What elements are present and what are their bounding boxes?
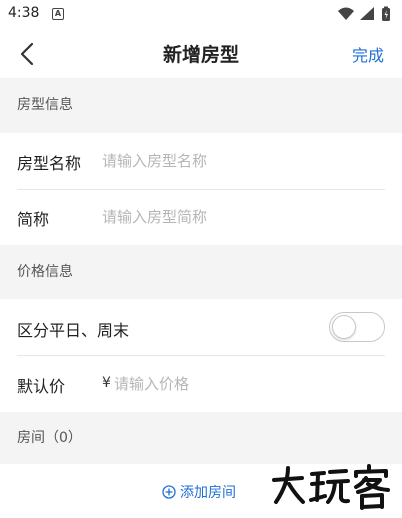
- done-button[interactable]: 完成: [352, 42, 384, 66]
- section-header-room-type-info: 房型信息: [0, 78, 402, 133]
- short-name-row: 简称: [0, 190, 402, 245]
- notification-icon: A: [52, 8, 64, 20]
- default-price-row: 默认价 ¥: [0, 356, 402, 412]
- section-header-price-info: 价格信息: [0, 245, 402, 299]
- status-bar: 4:38 A: [0, 0, 402, 28]
- default-price-label: 默认价: [17, 377, 66, 396]
- watermark-logo: [272, 464, 390, 510]
- wifi-icon: [338, 7, 354, 20]
- room-type-name-label: 房型名称: [17, 154, 82, 173]
- room-type-name-input[interactable]: [102, 149, 382, 173]
- section-header-rooms: 房间（0）: [0, 412, 402, 464]
- plus-circle-icon: [162, 485, 176, 499]
- page-title: 新增房型: [162, 44, 239, 66]
- short-name-input[interactable]: [102, 205, 382, 229]
- room-type-name-row: 房型名称: [0, 133, 402, 189]
- toggle-knob: [332, 315, 356, 339]
- currency-symbol: ¥: [102, 375, 111, 391]
- weekend-split-row: 区分平日、周末: [0, 299, 402, 355]
- default-price-input[interactable]: [114, 372, 374, 396]
- short-name-label: 简称: [17, 210, 50, 229]
- add-room-label: 添加房间: [180, 485, 236, 501]
- weekend-split-label: 区分平日、周末: [17, 321, 130, 340]
- nav-bar: 新增房型 完成: [0, 28, 402, 78]
- add-room-button[interactable]: 添加房间: [162, 480, 236, 504]
- status-icons: [338, 6, 390, 21]
- weekend-split-toggle[interactable]: [329, 312, 385, 342]
- chevron-left-icon[interactable]: [14, 40, 42, 68]
- status-time: 4:38: [8, 5, 40, 21]
- signal-icon: [360, 7, 374, 20]
